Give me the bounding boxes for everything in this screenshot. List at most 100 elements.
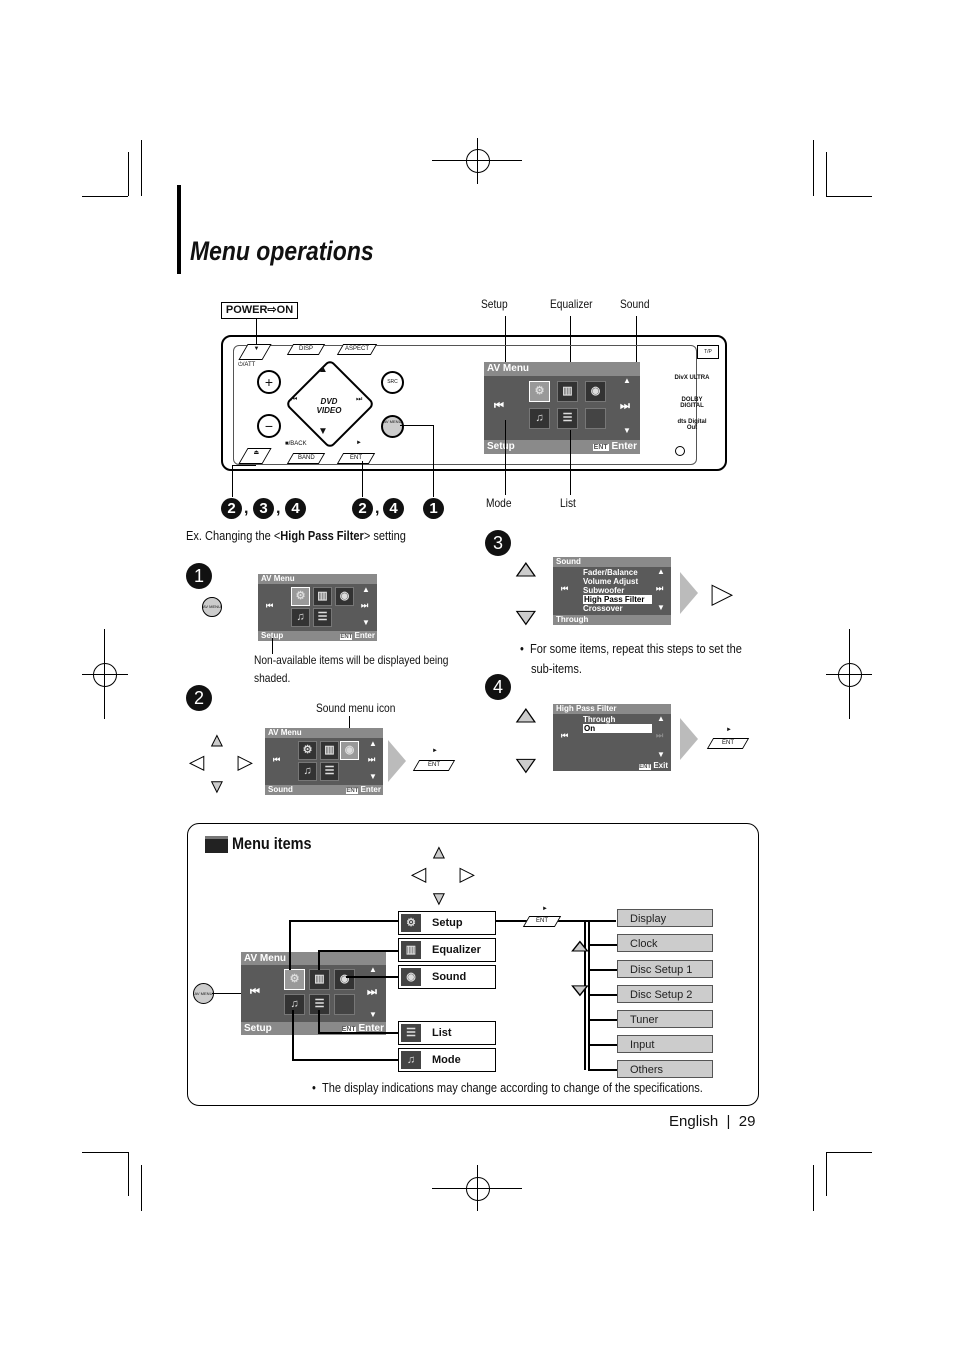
callout-equalizer: Equalizer <box>550 297 593 311</box>
menu-items-note: • The display indications may change acc… <box>312 1080 703 1095</box>
registration-mark <box>93 663 117 687</box>
up-button[interactable]: ▲ <box>510 702 542 728</box>
device-display: AV Menu Setup ENT Enter ⚙ ▥ ◉ ♫ ☰ ⏮ ⏭ ▲ ▼ <box>484 362 640 454</box>
disp-button[interactable]: DISP <box>286 344 326 355</box>
prev-button[interactable]: ⏮ <box>291 396 297 404</box>
next-arrow-icon <box>680 572 698 614</box>
back-label: ■/BACK <box>285 441 307 447</box>
example-text: Ex. Changing the <High Pass Filter> sett… <box>186 528 406 543</box>
crop-mark <box>813 140 814 196</box>
menu-option-selected: On <box>583 724 652 733</box>
dvd-logo: DVD VIDEO <box>316 397 342 415</box>
menu-item-mode[interactable]: ♫ Mode <box>398 1048 496 1072</box>
down-button[interactable]: ▼ <box>510 752 542 778</box>
direction-pad[interactable]: ▲ ▼ ◀ ▶ <box>190 728 256 797</box>
setup-item-input[interactable]: Input <box>617 1035 713 1053</box>
step-number-1: 1 <box>186 563 212 589</box>
screen-footer: Setup ENT Enter <box>484 440 640 454</box>
next-arrow-icon <box>388 740 406 782</box>
setup-item-disc-setup-1[interactable]: Disc Setup 1 <box>617 960 713 978</box>
list-icon: ☰ <box>557 408 578 429</box>
up-arrow-icon: ▲ <box>623 376 631 385</box>
crop-mark <box>826 1152 827 1196</box>
av-menu-button[interactable]: AV MENU <box>193 983 214 1004</box>
ent-button[interactable]: ENT <box>706 738 750 749</box>
ent-button[interactable]: ENT <box>412 760 456 771</box>
music-note-icon: ♫ <box>401 1051 421 1069</box>
crop-mark <box>82 196 128 197</box>
setup-item-tuner[interactable]: Tuner <box>617 1010 713 1028</box>
gear-icon: ⚙ <box>401 914 421 932</box>
down-button[interactable]: ▼ <box>318 426 328 437</box>
divx-logo: DivX ULTRA <box>674 375 710 381</box>
setup-item-others[interactable]: Others <box>617 1060 713 1078</box>
volume-down-button[interactable]: − <box>257 414 281 438</box>
src-button[interactable]: SRC <box>381 371 404 394</box>
page-number: 29 <box>738 1113 756 1130</box>
menu-item-list[interactable]: ☰ List <box>398 1021 496 1045</box>
setup-icon: ⚙ <box>529 381 550 402</box>
ent-button[interactable]: ENT <box>336 453 376 464</box>
crop-mark <box>141 1165 142 1211</box>
menu-option: Crossover <box>583 604 623 613</box>
callout-list: List <box>560 496 576 510</box>
right-button[interactable]: ▶ <box>712 578 733 609</box>
aspect-button[interactable]: ASPECT <box>336 344 378 355</box>
remote-sensor <box>675 446 685 456</box>
registration-mark <box>466 1177 490 1201</box>
ent-button[interactable]: ENT <box>522 916 562 927</box>
callout-setup: Setup <box>481 297 508 311</box>
up-button[interactable]: ▲ <box>566 938 593 956</box>
up-button[interactable]: ▲ <box>318 364 328 375</box>
setup-item-display[interactable]: Display <box>617 909 713 927</box>
menu-option: Through <box>583 715 616 724</box>
att-label: ⏻/ATT <box>238 362 256 368</box>
dts-logo: dts Digital Out <box>677 419 707 431</box>
step-ref: 2 <box>221 498 242 519</box>
step-ref: 3 <box>253 498 274 519</box>
next-icon: ⏭ <box>620 400 630 412</box>
list-icon: ☰ <box>401 1024 421 1042</box>
language-label: English <box>669 1113 719 1130</box>
crop-mark <box>82 1152 128 1153</box>
step-number-3: 3 <box>485 530 511 556</box>
crop-mark <box>826 1152 872 1153</box>
sound-icon: ◉ <box>585 381 606 402</box>
menu-item-setup[interactable]: ⚙ Setup <box>398 911 496 935</box>
crop-mark <box>813 1165 814 1211</box>
up-button[interactable]: ▲ <box>510 556 542 582</box>
page-footer: English | 29 <box>669 1113 756 1130</box>
step2-screen: AV Menu Sound ENT Enter ⚙ ▥ ◉ ♫ ☰ ⏮ ⏭ ▲ ▼ <box>265 728 383 795</box>
step1-note: shaded. <box>254 671 291 685</box>
next-button[interactable]: ⏭ <box>356 396 362 404</box>
dolby-logo: DOLBY DIGITAL <box>680 397 704 409</box>
step3-note: • For some items, repeat this steps to s… <box>520 641 742 656</box>
crop-mark <box>826 196 872 197</box>
registration-mark <box>466 149 490 173</box>
step-ref: 1 <box>423 498 444 519</box>
setup-item-clock[interactable]: Clock <box>617 934 713 952</box>
down-button[interactable]: ▼ <box>566 982 593 1000</box>
step4-screen: High Pass Filter ENT Exit Through On ⏮ ⏭ … <box>553 704 671 771</box>
menu-items-heading: Menu items <box>232 834 312 853</box>
volume-up-button[interactable]: + <box>257 370 281 394</box>
band-button[interactable]: BAND <box>286 453 326 464</box>
av-menu-button[interactable]: AV MENU <box>381 415 404 438</box>
menu-item-sound[interactable]: ◉ Sound <box>398 965 496 989</box>
tp-button[interactable]: T/P <box>697 345 719 359</box>
step-ref: 4 <box>383 498 404 519</box>
callout-mode: Mode <box>486 496 512 510</box>
step3-note: sub-items. <box>531 661 582 676</box>
speaker-icon: ◉ <box>401 968 421 986</box>
step-ref: 4 <box>285 498 306 519</box>
down-button[interactable]: ▼ <box>510 604 542 630</box>
next-arrow-icon <box>680 718 698 760</box>
title-bar <box>177 185 181 274</box>
menu-item-equalizer[interactable]: ▥ Equalizer <box>398 938 496 962</box>
setup-item-disc-setup-2[interactable]: Disc Setup 2 <box>617 985 713 1003</box>
av-menu-button[interactable]: AV MENU <box>202 597 222 617</box>
down-arrow-icon: ▼ <box>623 426 631 435</box>
mode-icon: ♫ <box>529 408 550 429</box>
direction-pad[interactable]: ▲ ▼ ◀ ▶ <box>412 842 478 909</box>
manual-page: Menu operations POWER⇨ON Setup Equalizer… <box>0 0 954 1350</box>
